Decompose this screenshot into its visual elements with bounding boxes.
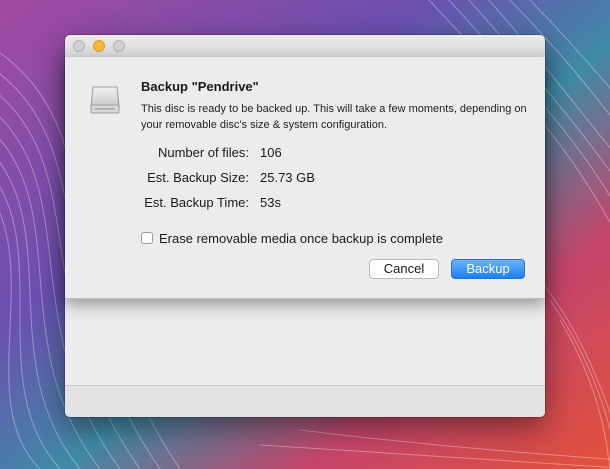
erase-media-checkbox[interactable]	[141, 232, 153, 244]
cancel-button[interactable]: Cancel	[369, 259, 439, 279]
info-label: Est. Backup Time:	[144, 195, 249, 210]
info-value: 53s	[260, 195, 281, 210]
sheet-title: Backup "Pendrive"	[141, 79, 259, 94]
close-window-button[interactable]	[73, 40, 85, 52]
info-row-number-of-files: Number of files: 106	[65, 145, 545, 163]
erase-media-label[interactable]: Erase removable media once backup is com…	[159, 231, 443, 246]
info-label: Est. Backup Size:	[147, 170, 249, 185]
zoom-window-button[interactable]	[113, 40, 125, 52]
info-value: 106	[260, 145, 282, 160]
sheet-description: This disc is ready to be backed up. This…	[141, 103, 527, 131]
info-row-backup-time: Est. Backup Time: 53s	[65, 195, 545, 213]
removable-drive-icon	[90, 86, 120, 114]
window-footer	[65, 385, 545, 417]
backup-button[interactable]: Backup	[451, 259, 525, 279]
info-label: Number of files:	[157, 145, 249, 160]
desktop-background: Backup "Pendrive" This disc is ready to …	[0, 0, 610, 469]
backup-sheet: Backup "Pendrive" This disc is ready to …	[65, 57, 545, 299]
info-row-backup-size: Est. Backup Size: 25.73 GB	[65, 170, 545, 188]
window-titlebar[interactable]	[65, 35, 545, 58]
minimize-window-button[interactable]	[93, 40, 105, 52]
info-value: 25.73 GB	[260, 170, 315, 185]
